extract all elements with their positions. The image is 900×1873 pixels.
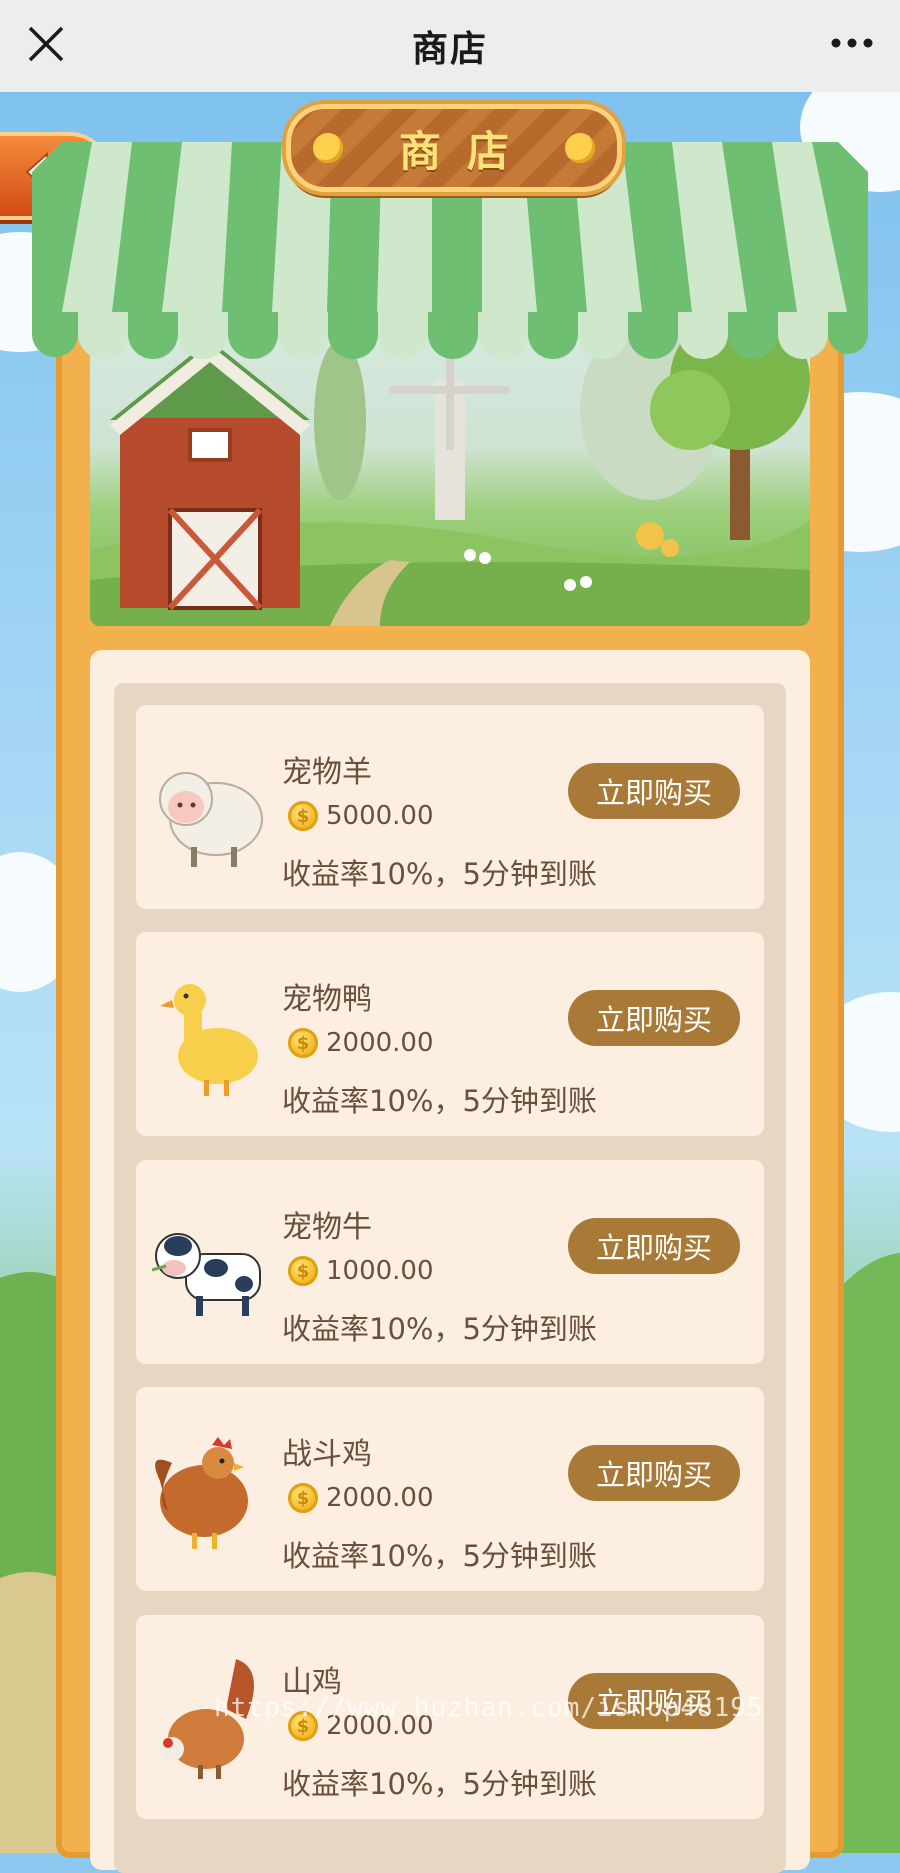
product-name: 宠物牛 bbox=[282, 1210, 372, 1245]
close-icon[interactable] bbox=[24, 22, 68, 66]
product-card: 宠物鸭 $ 2000.00 收益率10%，5分钟到账 立即购买 bbox=[136, 932, 764, 1136]
product-name: 战斗鸡 bbox=[282, 1437, 372, 1472]
shop-sign: 商店 bbox=[286, 104, 622, 192]
buy-now-button[interactable]: 立即购买 bbox=[568, 763, 740, 819]
product-yield-info: 收益率10%，5分钟到账 bbox=[282, 1767, 597, 1801]
product-price: 2000.00 bbox=[326, 1028, 434, 1058]
watermark-text: https://www.huzhan.com/ishop48195 bbox=[214, 1693, 764, 1723]
product-name: 宠物鸭 bbox=[282, 982, 372, 1017]
product-card: 宠物牛 $ 1000.00 收益率10%，5分钟到账 立即购买 bbox=[136, 1160, 764, 1364]
more-dots-icon[interactable] bbox=[830, 30, 874, 56]
coin-icon: $ bbox=[288, 801, 318, 831]
product-price: 2000.00 bbox=[326, 1483, 434, 1513]
product-yield-info: 收益率10%，5分钟到账 bbox=[282, 1084, 597, 1118]
buy-now-button[interactable]: 立即购买 bbox=[568, 1218, 740, 1274]
top-navigation-bar: 商店 bbox=[0, 0, 900, 92]
sheep-icon bbox=[159, 772, 263, 867]
coin-icon: $ bbox=[288, 1028, 318, 1058]
cow-icon bbox=[151, 1233, 261, 1316]
shop-sign-label: 商店 bbox=[398, 126, 535, 176]
product-yield-info: 收益率10%，5分钟到账 bbox=[282, 1539, 597, 1573]
product-card: 宠物羊 $ 5000.00 收益率10%，5分钟到账 立即购买 bbox=[136, 705, 764, 909]
page-title: 商店 bbox=[411, 29, 488, 70]
coin-icon: $ bbox=[288, 1256, 318, 1286]
product-name: 宠物羊 bbox=[282, 755, 372, 790]
product-yield-info: 收益率10%，5分钟到账 bbox=[282, 857, 597, 891]
duck-icon bbox=[160, 984, 258, 1096]
product-card: 战斗鸡 $ 2000.00 收益率10%，5分钟到账 立即购买 bbox=[136, 1387, 764, 1591]
buy-now-button[interactable]: 立即购买 bbox=[568, 990, 740, 1046]
rooster-icon bbox=[155, 1437, 248, 1549]
product-price: 1000.00 bbox=[326, 1256, 434, 1286]
product-price: 5000.00 bbox=[326, 801, 434, 831]
coin-icon: $ bbox=[288, 1483, 318, 1513]
product-yield-info: 收益率10%，5分钟到账 bbox=[282, 1312, 597, 1346]
buy-now-button[interactable]: 立即购买 bbox=[568, 1445, 740, 1501]
